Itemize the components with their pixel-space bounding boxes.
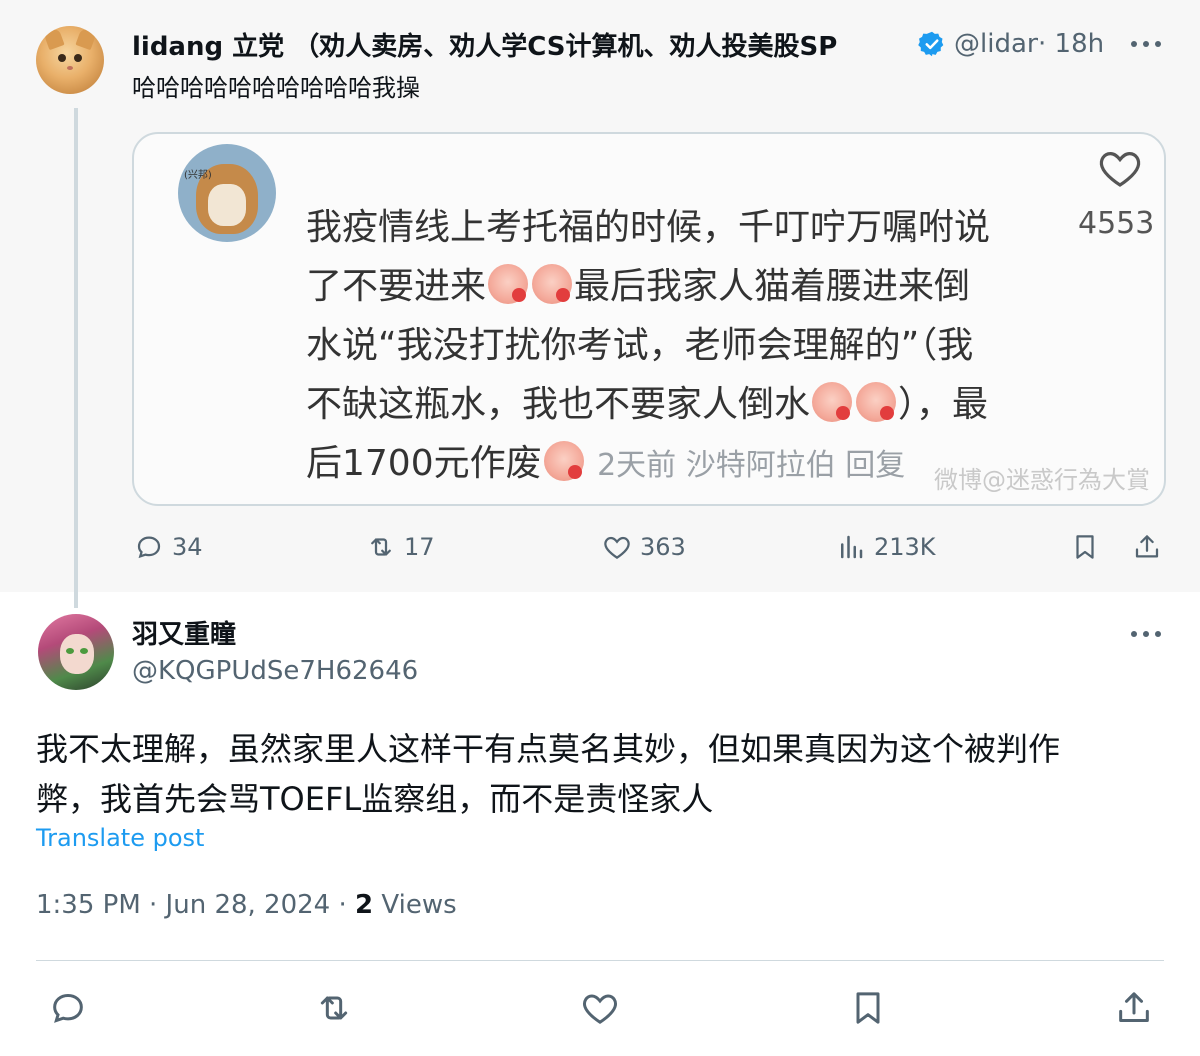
heart-icon bbox=[583, 994, 617, 1024]
reply-button[interactable]: 34 bbox=[134, 532, 203, 562]
reply-icon bbox=[53, 993, 83, 1023]
heart-icon bbox=[1099, 151, 1141, 187]
emoji-icon bbox=[488, 264, 529, 304]
emoji-icon bbox=[856, 382, 897, 422]
reply-button[interactable] bbox=[48, 988, 88, 1028]
image-text-line: 不缺这瓶水，我也不要家人倒水 bbox=[306, 384, 811, 425]
avatar[interactable] bbox=[36, 26, 104, 94]
handle[interactable]: @lidang bbox=[954, 29, 1038, 59]
bookmark-button[interactable] bbox=[1070, 532, 1100, 562]
image-text-line: ），最 bbox=[898, 384, 989, 425]
bookmark-button[interactable] bbox=[848, 988, 888, 1028]
like-button[interactable] bbox=[580, 988, 620, 1028]
image-text-line: 水说“我没打扰你考试，老师会理解的”（我 bbox=[306, 325, 974, 366]
heart-icon bbox=[604, 536, 630, 559]
repost-count: 17 bbox=[404, 533, 435, 561]
more-options-icon[interactable] bbox=[1128, 32, 1164, 56]
share-icon bbox=[1135, 535, 1159, 558]
share-button[interactable] bbox=[1114, 988, 1154, 1028]
share-button[interactable] bbox=[1132, 532, 1162, 562]
like-button[interactable]: 363 bbox=[602, 532, 686, 562]
analytics-icon bbox=[841, 535, 863, 559]
bookmark-icon bbox=[856, 992, 880, 1024]
timestamp[interactable]: · 18h bbox=[1038, 29, 1104, 59]
more-options-icon[interactable] bbox=[1128, 622, 1164, 646]
image-text-line: 了不要进来 bbox=[306, 266, 487, 307]
tweet-image[interactable]: (兴邦) 我疫情线上考托福的时候，千叮咛万嘱咐说 了不要进来 最后我家人猫着腰进来… bbox=[132, 132, 1166, 506]
image-like-count: 4553 bbox=[1078, 206, 1155, 241]
avatar[interactable] bbox=[38, 614, 114, 690]
emoji-icon bbox=[812, 382, 853, 422]
emoji-icon bbox=[543, 441, 584, 481]
reply-count: 34 bbox=[172, 533, 203, 561]
display-name[interactable]: lidang 立党 （劝人卖房、劝人学CS计算机、劝人投美股SP bbox=[132, 26, 910, 63]
tweet-text-line: 弊，我首先会骂TOEFL监察组，而不是责怪家人 bbox=[36, 780, 714, 818]
translate-post-link[interactable]: Translate post bbox=[36, 824, 204, 852]
repost-icon bbox=[371, 538, 391, 556]
image-watermark: 微博@迷惑行為大賞 bbox=[934, 466, 1150, 494]
image-text-line: 我疫情线上考托福的时候，千叮咛万嘱咐说 bbox=[306, 207, 991, 248]
share-icon bbox=[1119, 992, 1149, 1022]
tweet-header: lidang 立党 （劝人卖房、劝人学CS计算机、劝人投美股SP @lidang… bbox=[132, 26, 1172, 62]
image-comment-meta: 2天前 沙特阿拉伯 回复 bbox=[597, 448, 906, 483]
image-text-line: 最后我家人猫着腰进来倒 bbox=[574, 266, 971, 307]
display-name[interactable]: 羽又重瞳 bbox=[132, 614, 236, 651]
tweet-timestamp: 1:35 PM · Jun 28, 2024 · 2 Views bbox=[36, 890, 457, 920]
thread-connector-line bbox=[74, 108, 78, 608]
repost-button[interactable] bbox=[314, 988, 354, 1028]
timestamp-text[interactable]: 1:35 PM · Jun 28, 2024 · bbox=[36, 890, 355, 920]
emoji-icon bbox=[532, 264, 573, 304]
views-button[interactable]: 213K bbox=[836, 532, 936, 562]
tweet-text-line: 我不太理解，虽然家里人这样干有点莫名其妙，但如果真因为这个被判作 bbox=[36, 730, 1061, 768]
repost-button[interactable]: 17 bbox=[366, 532, 435, 562]
divider bbox=[36, 960, 1164, 961]
reply-icon bbox=[137, 536, 161, 559]
tweet-text: 哈哈哈哈哈哈哈哈哈哈我操 bbox=[132, 74, 420, 102]
view-count: 2 bbox=[355, 890, 374, 920]
bookmark-icon bbox=[1076, 535, 1094, 559]
image-avatar-tag: (兴邦) bbox=[184, 170, 212, 181]
like-count: 363 bbox=[640, 533, 686, 561]
handle[interactable]: @KQGPUdSe7H62646 bbox=[132, 656, 418, 686]
tweet-text: 我不太理解，虽然家里人这样干有点莫名其妙，但如果真因为这个被判作 弊，我首先会骂… bbox=[36, 724, 1164, 824]
image-comment-text: 我疫情线上考托福的时候，千叮咛万嘱咐说 了不要进来 最后我家人猫着腰进来倒 水说“… bbox=[306, 198, 1046, 495]
view-count: 213K bbox=[874, 533, 936, 561]
verified-badge-icon[interactable] bbox=[918, 30, 946, 58]
image-avatar: (兴邦) bbox=[178, 144, 276, 242]
repost-icon bbox=[320, 996, 348, 1020]
parent-tweet[interactable]: lidang 立党 （劝人卖房、劝人学CS计算机、劝人投美股SP @lidang… bbox=[0, 0, 1200, 608]
image-text-line: 后1700元作废 bbox=[306, 443, 542, 484]
views-label: Views bbox=[373, 890, 457, 920]
